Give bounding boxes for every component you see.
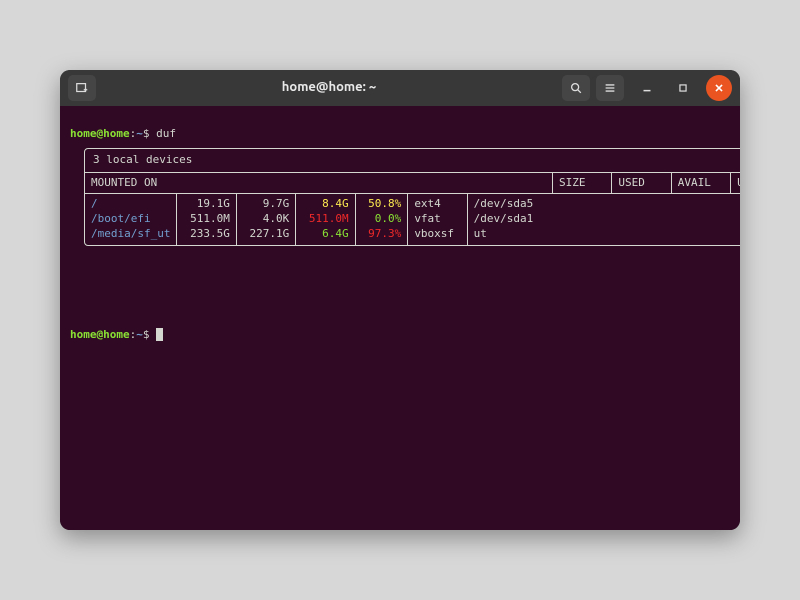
table-cell-mount: /media/sf_ut [85, 227, 177, 245]
table-cell-mount: / [85, 194, 177, 212]
table-cell-size: 511.0M [177, 212, 236, 227]
table-cell-used: 227.1G [236, 227, 295, 245]
minimize-icon [640, 81, 654, 95]
table-cell-avail: 511.0M [296, 212, 355, 227]
maximize-icon [676, 81, 690, 95]
prompt-path: ~ [136, 127, 143, 140]
new-tab-icon [75, 81, 89, 95]
table-cell-size: 233.5G [177, 227, 236, 245]
titlebar: home@home: ~ [60, 70, 740, 106]
table-cell-used: 4.0K [236, 212, 295, 227]
table-cell-type: vfat [408, 212, 467, 227]
column-header: MOUNTED ON [85, 173, 553, 194]
prompt-user-host: home@home [70, 328, 130, 341]
cursor [156, 328, 163, 341]
window-title: home@home: ~ [102, 79, 556, 97]
minimize-button[interactable] [634, 75, 660, 101]
table-cell-type: ext4 [408, 194, 467, 212]
terminal-body[interactable]: home@home:~$ duf 3 local devicesMOUNTED … [60, 106, 740, 530]
table-cell-mount: /boot/efi [85, 212, 177, 227]
table-cell-fs: /dev/sda1 [467, 212, 552, 227]
prompt-symbol: $ [143, 127, 150, 140]
prompt-symbol: $ [143, 328, 150, 341]
table-row: / 19.1G 9.7G 8.4G 50.8%ext4 /dev/sda5 [85, 194, 553, 212]
duf-output: 3 local devicesMOUNTED ON SIZE USED AVAI… [70, 142, 730, 314]
table-cell-avail: 6.4G [296, 227, 355, 245]
table-cell-avail: 8.4G [296, 194, 355, 212]
terminal-window: home@home: ~ home@home:~$ duf 3 local de… [60, 70, 740, 530]
prompt-user-host: home@home [70, 127, 130, 140]
search-icon [569, 81, 583, 95]
maximize-button[interactable] [670, 75, 696, 101]
hamburger-icon [603, 81, 617, 95]
duf-table-title: 3 local devices [85, 149, 740, 173]
menu-button[interactable] [596, 75, 624, 101]
prompt-path: ~ [136, 328, 143, 341]
new-tab-button[interactable] [68, 75, 96, 101]
duf-table: 3 local devicesMOUNTED ON SIZE USED AVAI… [84, 148, 740, 246]
table-cell-used: 9.7G [236, 194, 295, 212]
table-cell-fs: /dev/sda5 [467, 194, 552, 212]
table-cell-size: 19.1G [177, 194, 236, 212]
close-icon [712, 81, 726, 95]
table-cell-fs: ut [467, 227, 552, 245]
table-cell-use: 97.3% [355, 227, 408, 245]
column-header: SIZE [553, 173, 612, 194]
entered-command: duf [156, 127, 176, 140]
table-cell-use: 0.0% [355, 212, 408, 227]
close-button[interactable] [706, 75, 732, 101]
table-cell-use: 50.8% [355, 194, 408, 212]
table-row: /boot/efi 511.0M 4.0K 511.0M 0.0%vfat /d… [85, 212, 553, 227]
column-header: USE% [731, 173, 740, 194]
search-button[interactable] [562, 75, 590, 101]
column-header: AVAIL [671, 173, 730, 194]
column-header: USED [612, 173, 671, 194]
table-cell-type: vboxsf [408, 227, 467, 245]
table-row: /media/sf_ut 233.5G 227.1G 6.4G 97.3%vbo… [85, 227, 553, 245]
